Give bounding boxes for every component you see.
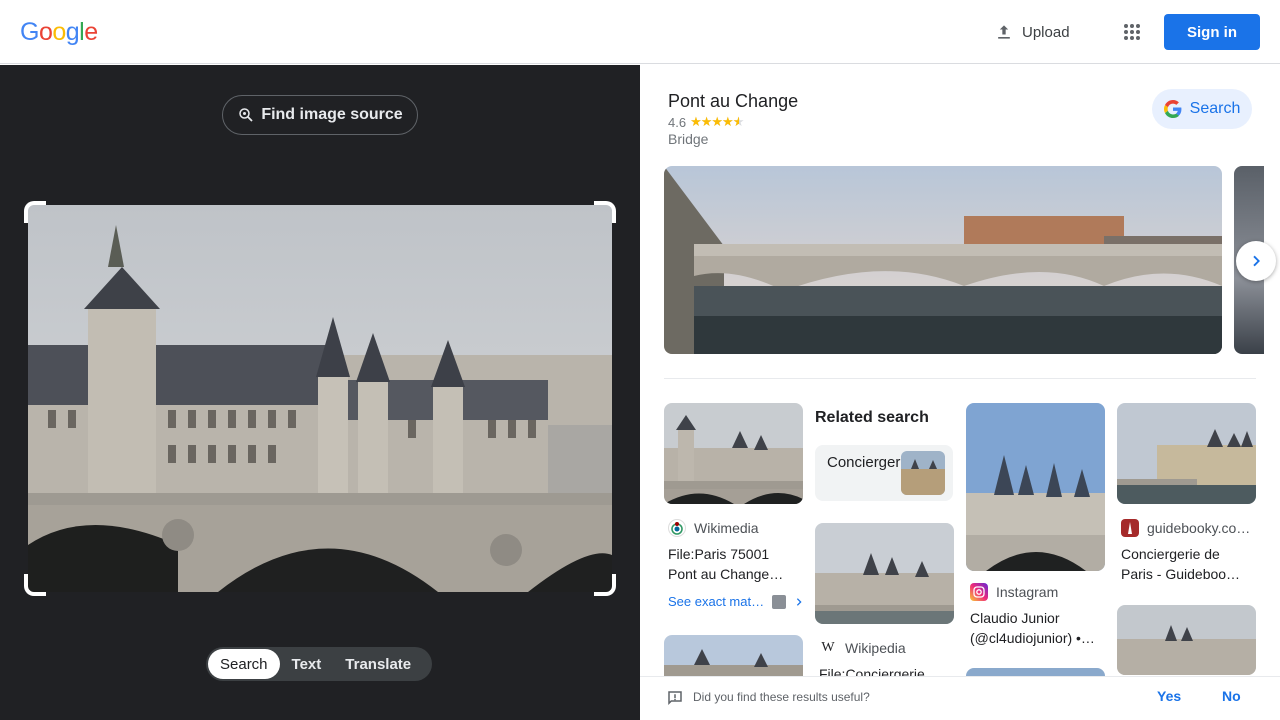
chevron-right-icon — [1253, 255, 1260, 267]
sign-in-button[interactable]: Sign in — [1164, 14, 1260, 50]
conciergerie-thumbnail — [815, 523, 954, 624]
result-source-label: Instagram — [996, 584, 1059, 600]
result-source-wikimedia[interactable]: Wikimedia — [668, 519, 759, 537]
feedback-icon — [668, 691, 682, 706]
conciergerie-thumbnail — [1117, 605, 1256, 675]
upload-icon — [998, 25, 1010, 39]
chevron-right-icon — [797, 597, 802, 606]
tab-text[interactable]: Text — [280, 649, 334, 679]
crop-handle-top-left[interactable] — [24, 201, 46, 223]
result-title-wikimedia[interactable]: File:Paris 75001 Pont au Change… — [668, 544, 800, 584]
crop-selection[interactable] — [24, 201, 616, 596]
google-g-icon — [1163, 100, 1182, 118]
exact-match-thumb — [772, 594, 787, 609]
related-search-heading: Related search — [815, 409, 929, 426]
apps-grid-icon — [1124, 24, 1140, 40]
crop-handle-top-right[interactable] — [594, 201, 616, 223]
result-source-label: guidebooky.co… — [1147, 520, 1251, 536]
feedback-bar: Did you find these results useful? Yes N… — [640, 676, 1280, 720]
google-search-button[interactable]: Search — [1152, 89, 1252, 129]
query-image-pane: Find image source Search Text Translate — [0, 65, 640, 720]
entity-rating: 4.6 ★★★★★ ★★★★★ — [668, 114, 744, 130]
entity-hero-image[interactable] — [664, 166, 1222, 354]
crop-handle-bottom-left[interactable] — [24, 574, 46, 596]
related-search-chip[interactable]: Conciergerie — [815, 445, 953, 501]
feedback-question: Did you find these results useful? — [693, 690, 870, 704]
rating-stars-filled: ★★★★★ — [690, 114, 740, 129]
rating-value: 4.6 — [668, 114, 687, 130]
results-pane: Pont au Change 4.6 ★★★★★ ★★★★★ Bridge Se… — [640, 65, 1280, 720]
logo-letter: G — [20, 18, 39, 46]
logo-letter: e — [84, 18, 98, 46]
related-search-thumbnail — [901, 451, 945, 495]
find-image-source-button[interactable]: Find image source — [222, 95, 418, 135]
result-title-instagram[interactable]: Claudio Junior (@cl4udiojunior) •… — [970, 608, 1102, 648]
result-title-guidebooky[interactable]: Conciergerie de Paris - Guideboo… — [1121, 544, 1253, 584]
entity-type: Bridge — [668, 131, 709, 147]
upload-button[interactable]: Upload — [984, 16, 1080, 48]
rating-stars: ★★★★★ ★★★★★ — [690, 114, 744, 130]
google-search-label: Search — [1189, 100, 1241, 117]
result-image-guidebooky[interactable] — [1117, 403, 1256, 504]
conciergerie-thumbnail — [664, 403, 803, 504]
logo-letter: g — [65, 18, 80, 46]
entity-title[interactable]: Pont au Change — [668, 91, 798, 112]
result-image-wikimedia[interactable] — [664, 403, 803, 504]
guidebooky-icon — [1121, 519, 1139, 537]
wikipedia-icon: W — [819, 639, 837, 657]
query-image — [28, 205, 612, 592]
instagram-icon — [970, 583, 988, 601]
related-search-label: Conciergerie — [827, 454, 913, 471]
result-image-2[interactable] — [815, 523, 954, 624]
tab-search[interactable]: Search — [208, 649, 280, 679]
find-image-source-label: Find image source — [261, 106, 403, 123]
feedback-yes-button[interactable]: Yes — [1157, 688, 1181, 704]
mode-switcher: Search Text Translate — [206, 647, 432, 681]
logo-letter: o — [52, 18, 66, 46]
section-divider — [664, 378, 1256, 379]
result-image-instagram[interactable] — [966, 403, 1105, 571]
pont-au-change-photo — [664, 166, 1222, 354]
result-source-wikipedia[interactable]: W Wikipedia — [819, 639, 906, 657]
conciergerie-thumbnail — [1117, 403, 1256, 504]
result-title-wikipedia[interactable]: File:Conciergerie… — [819, 664, 951, 676]
see-exact-matches-link[interactable]: See exact mat… — [668, 594, 804, 609]
tab-translate[interactable]: Translate — [333, 649, 423, 679]
crop-handle-bottom-right[interactable] — [594, 574, 616, 596]
wikimedia-icon — [668, 519, 686, 537]
upload-label: Upload — [1022, 23, 1070, 41]
lens-search-icon — [239, 108, 253, 122]
apps-button[interactable] — [1116, 16, 1148, 48]
logo-letter: o — [38, 18, 53, 46]
see-exact-matches-label: See exact mat… — [668, 594, 765, 609]
carousel-next-button[interactable] — [1236, 241, 1276, 281]
google-logo[interactable]: Google — [20, 18, 98, 47]
result-source-label: Wikimedia — [694, 520, 759, 536]
result-image-6[interactable] — [1117, 605, 1256, 675]
feedback-no-button[interactable]: No — [1222, 688, 1241, 704]
top-bar: Google Upload Sign in — [0, 0, 1280, 64]
result-source-guidebooky[interactable]: guidebooky.co… — [1121, 519, 1250, 537]
conciergerie-photo — [28, 205, 612, 592]
result-source-label: Wikipedia — [845, 640, 906, 656]
conciergerie-thumbnail — [966, 403, 1105, 571]
result-source-instagram[interactable]: Instagram — [970, 583, 1058, 601]
